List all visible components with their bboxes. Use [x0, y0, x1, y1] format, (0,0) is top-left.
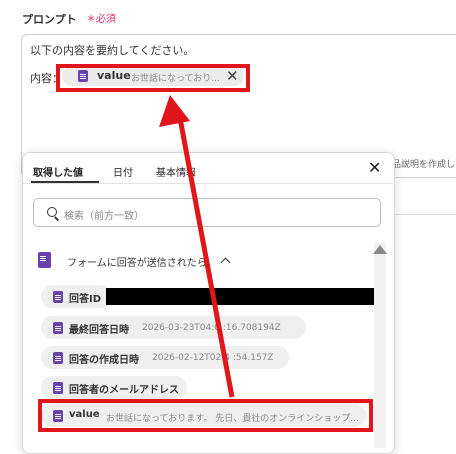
arrow-up-icon	[159, 95, 235, 398]
